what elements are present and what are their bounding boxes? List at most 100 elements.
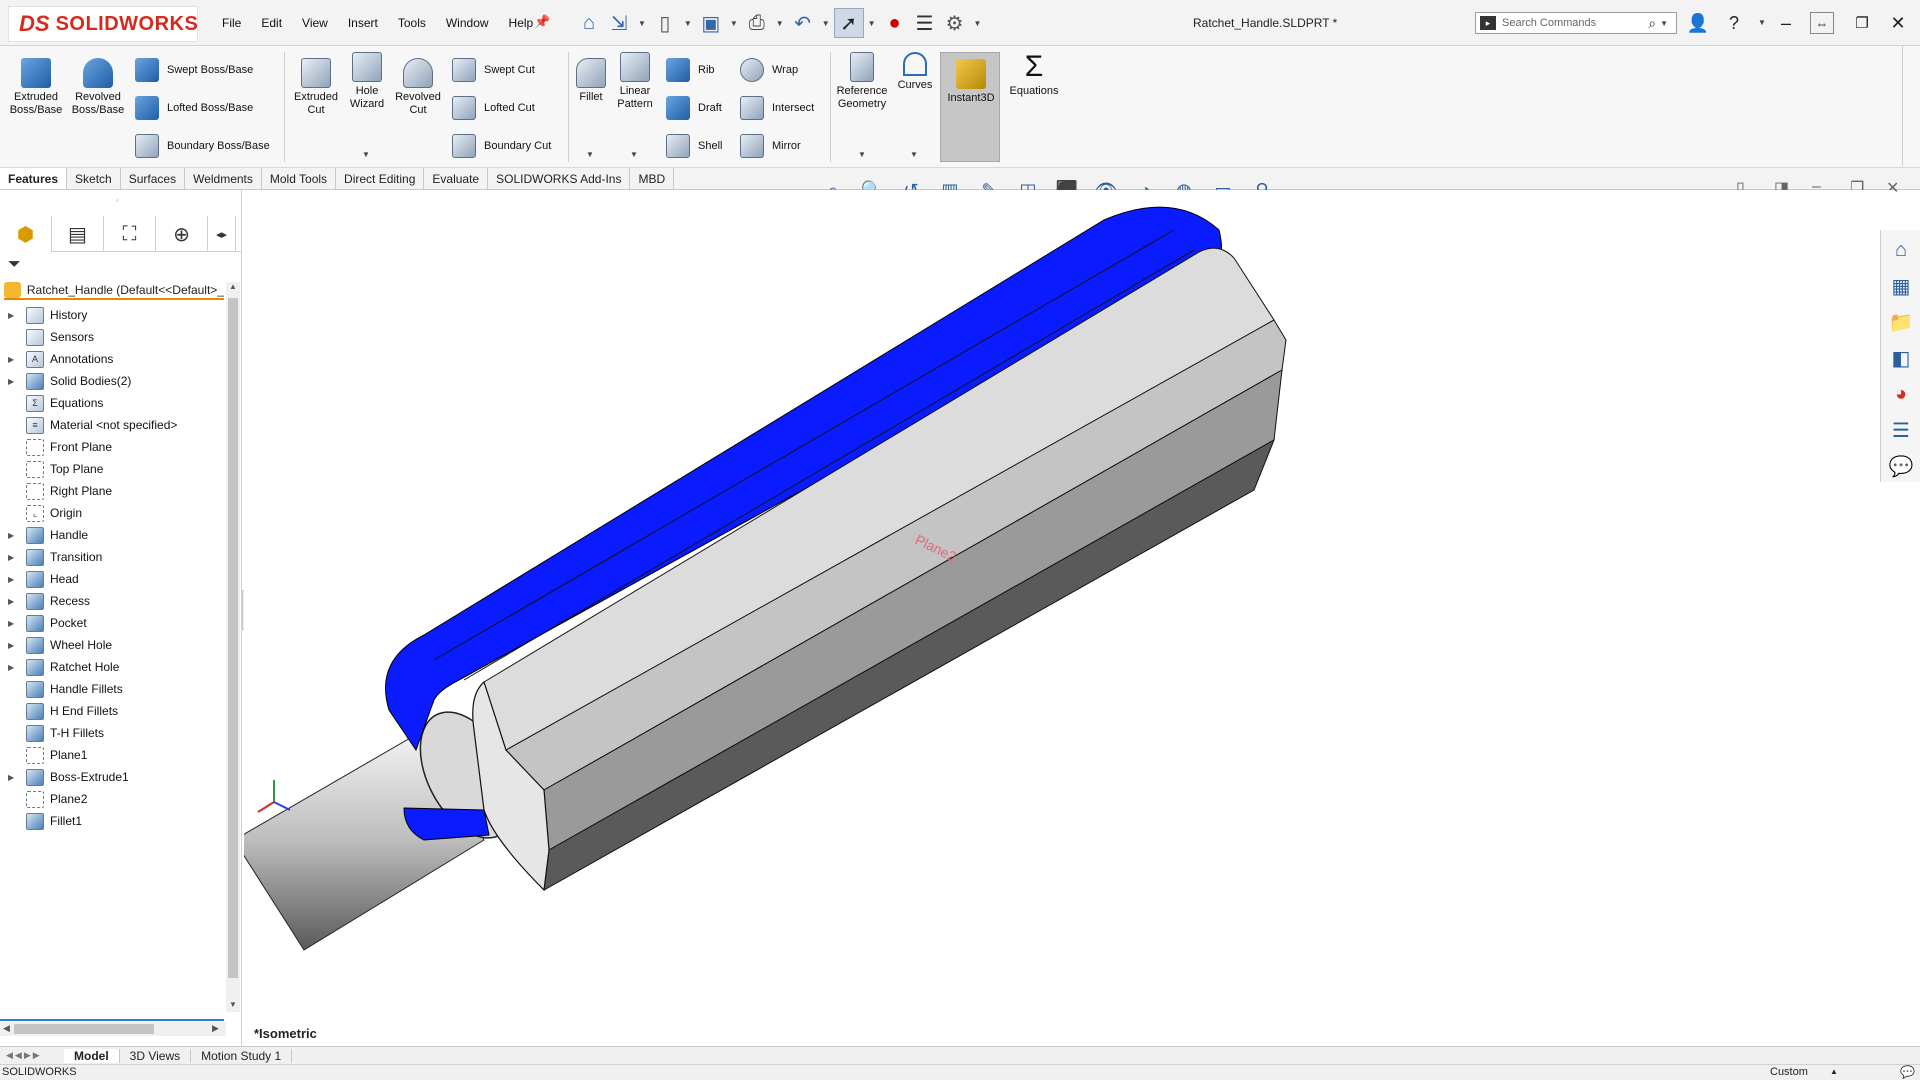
- tree-item[interactable]: H End Fillets: [0, 700, 224, 722]
- help-icon[interactable]: ?: [1720, 10, 1748, 36]
- tree-item[interactable]: ▶ Solid Bodies(2): [0, 370, 224, 392]
- swept-boss-button[interactable]: Swept Boss/Base: [135, 58, 253, 82]
- restore-window-icon[interactable]: ❐: [1848, 10, 1876, 36]
- chevron-down-icon[interactable]: ▼: [822, 19, 830, 28]
- open-recent-icon[interactable]: ⇲: [604, 8, 634, 38]
- tab-nav-arrows-icon[interactable]: ◀◀▶▶: [0, 1050, 64, 1061]
- scroll-tabs-arrows-icon[interactable]: ◂▸: [208, 216, 236, 252]
- tree-item[interactable]: Right Plane: [0, 480, 224, 502]
- expand-arrow-icon[interactable]: ▶: [8, 641, 18, 650]
- expand-arrow-icon[interactable]: ▶: [8, 355, 18, 364]
- tab-addins[interactable]: SOLIDWORKS Add-Ins: [488, 168, 631, 189]
- appearances-icon[interactable]: ◕: [1885, 378, 1917, 410]
- view-palette-icon[interactable]: ◧: [1885, 342, 1917, 374]
- chevron-down-icon[interactable]: ▼: [586, 150, 594, 159]
- tree-item[interactable]: ▶ Handle: [0, 524, 224, 546]
- tree-item[interactable]: ▶ Boss-Extrude1: [0, 766, 224, 788]
- chevron-down-icon[interactable]: ▼: [868, 19, 876, 28]
- graphics-area[interactable]: Plane2 *Isometric: [244, 190, 1894, 1046]
- tree-item[interactable]: Sensors: [0, 326, 224, 348]
- tree-item[interactable]: ▶ Transition: [0, 546, 224, 568]
- curves-button[interactable]: Curves: [894, 52, 936, 92]
- expand-arrow-icon[interactable]: ▶: [8, 619, 18, 628]
- undo-icon[interactable]: ↶: [788, 8, 818, 38]
- tree-item[interactable]: ≡ Material <not specified>: [0, 414, 224, 436]
- menu-view[interactable]: View: [302, 16, 328, 30]
- tab-model[interactable]: Model: [64, 1048, 120, 1063]
- model-render[interactable]: [244, 190, 1894, 1046]
- tab-motion-study[interactable]: Motion Study 1: [191, 1048, 293, 1063]
- forum-icon[interactable]: 💬: [1885, 450, 1917, 482]
- file-properties-icon[interactable]: ☰: [910, 8, 940, 38]
- chevron-down-icon[interactable]: ▼: [858, 150, 866, 159]
- chevron-down-icon[interactable]: ▼: [684, 19, 692, 28]
- intersect-button[interactable]: Intersect: [740, 96, 814, 120]
- lofted-cut-button[interactable]: Lofted Cut: [452, 96, 535, 120]
- fillet-button[interactable]: Fillet: [574, 58, 608, 104]
- units-selector[interactable]: Custom: [1770, 1066, 1808, 1078]
- solidworks-logo[interactable]: DS SOLIDWORKS: [8, 6, 198, 42]
- hole-wizard-button[interactable]: Hole Wizard: [342, 52, 392, 111]
- tab-sketch[interactable]: Sketch: [67, 168, 121, 189]
- select-pointer-icon[interactable]: ➚: [833, 8, 864, 38]
- expand-arrow-icon[interactable]: ▶: [8, 663, 18, 672]
- panel-grip-icon[interactable]: ◦: [116, 196, 119, 205]
- swept-cut-button[interactable]: Swept Cut: [452, 58, 535, 82]
- tab-features[interactable]: Features: [0, 168, 68, 189]
- print-icon[interactable]: ⎙: [742, 8, 772, 38]
- scroll-down-icon[interactable]: ▼: [229, 1000, 237, 1009]
- feature-manager-tab-icon[interactable]: ⬢: [0, 216, 52, 252]
- scroll-left-icon[interactable]: ◀: [3, 1023, 10, 1034]
- search-commands-input[interactable]: ▸ Search Commands ⌕ ▼: [1475, 12, 1677, 34]
- tree-item[interactable]: Top Plane: [0, 458, 224, 480]
- expand-arrow-icon[interactable]: ▶: [8, 575, 18, 584]
- tab-mbd[interactable]: MBD: [630, 168, 675, 189]
- magnifier-icon[interactable]: ⌕: [1648, 15, 1656, 32]
- rebuild-traffic-light-icon[interactable]: ●: [880, 8, 910, 38]
- tab-weldments[interactable]: Weldments: [185, 168, 262, 189]
- instant3d-button[interactable]: Instant3D: [940, 52, 1000, 162]
- tree-item[interactable]: Plane2: [0, 788, 224, 810]
- boundary-cut-button[interactable]: Boundary Cut: [452, 134, 551, 158]
- chevron-down-icon[interactable]: ▼: [974, 19, 982, 28]
- scroll-right-icon[interactable]: ▶: [212, 1023, 219, 1034]
- scroll-thumb[interactable]: [228, 298, 238, 978]
- new-document-icon[interactable]: ▯: [650, 8, 680, 38]
- expand-arrow-icon[interactable]: ▶: [8, 553, 18, 562]
- linear-pattern-button[interactable]: Linear Pattern: [612, 52, 658, 111]
- tree-item[interactable]: ▶ Ratchet Hole: [0, 656, 224, 678]
- chevron-down-icon[interactable]: ▼: [910, 150, 918, 159]
- chevron-down-icon[interactable]: ▼: [1758, 18, 1766, 27]
- tree-horizontal-scrollbar[interactable]: ◀ ▶: [0, 1022, 226, 1036]
- tree-item[interactable]: Σ Equations: [0, 392, 224, 414]
- draft-button[interactable]: Draft: [666, 96, 722, 120]
- minimize-icon[interactable]: –: [1772, 10, 1800, 36]
- chevron-down-icon[interactable]: ▼: [630, 150, 638, 159]
- chevron-down-icon[interactable]: ▼: [776, 19, 784, 28]
- tree-item[interactable]: ▶ A Annotations: [0, 348, 224, 370]
- tree-item[interactable]: ▶ Recess: [0, 590, 224, 612]
- wrap-button[interactable]: Wrap: [740, 58, 798, 82]
- tree-vertical-scrollbar[interactable]: ▲ ▼: [226, 282, 240, 1012]
- expand-arrow-icon[interactable]: ▶: [8, 597, 18, 606]
- menu-file[interactable]: File: [222, 16, 241, 30]
- tree-item[interactable]: ▶ Pocket: [0, 612, 224, 634]
- rollback-bar[interactable]: [0, 1019, 224, 1021]
- home-icon[interactable]: ⌂: [574, 8, 604, 38]
- tree-item[interactable]: T-H Fillets: [0, 722, 224, 744]
- menu-tools[interactable]: Tools: [398, 16, 426, 30]
- tree-item[interactable]: ⌞ Origin: [0, 502, 224, 524]
- configuration-manager-tab-icon[interactable]: ⛶: [104, 216, 156, 252]
- menu-edit[interactable]: Edit: [261, 16, 282, 30]
- tree-item[interactable]: Handle Fillets: [0, 678, 224, 700]
- design-library-icon[interactable]: ▦: [1885, 270, 1917, 302]
- menu-help[interactable]: Help: [509, 16, 534, 30]
- chevron-down-icon[interactable]: ▼: [1660, 19, 1668, 28]
- tree-root-part[interactable]: Ratchet_Handle (Default<<Default>_: [4, 282, 224, 300]
- expand-arrow-icon[interactable]: ▶: [8, 377, 18, 386]
- equations-button[interactable]: Σ Equations: [1004, 52, 1064, 98]
- feedback-icon[interactable]: 💬: [1900, 1065, 1915, 1079]
- chevron-down-icon[interactable]: ▼: [730, 19, 738, 28]
- expand-arrow-icon[interactable]: ▶: [8, 311, 18, 320]
- tab-evaluate[interactable]: Evaluate: [424, 168, 489, 189]
